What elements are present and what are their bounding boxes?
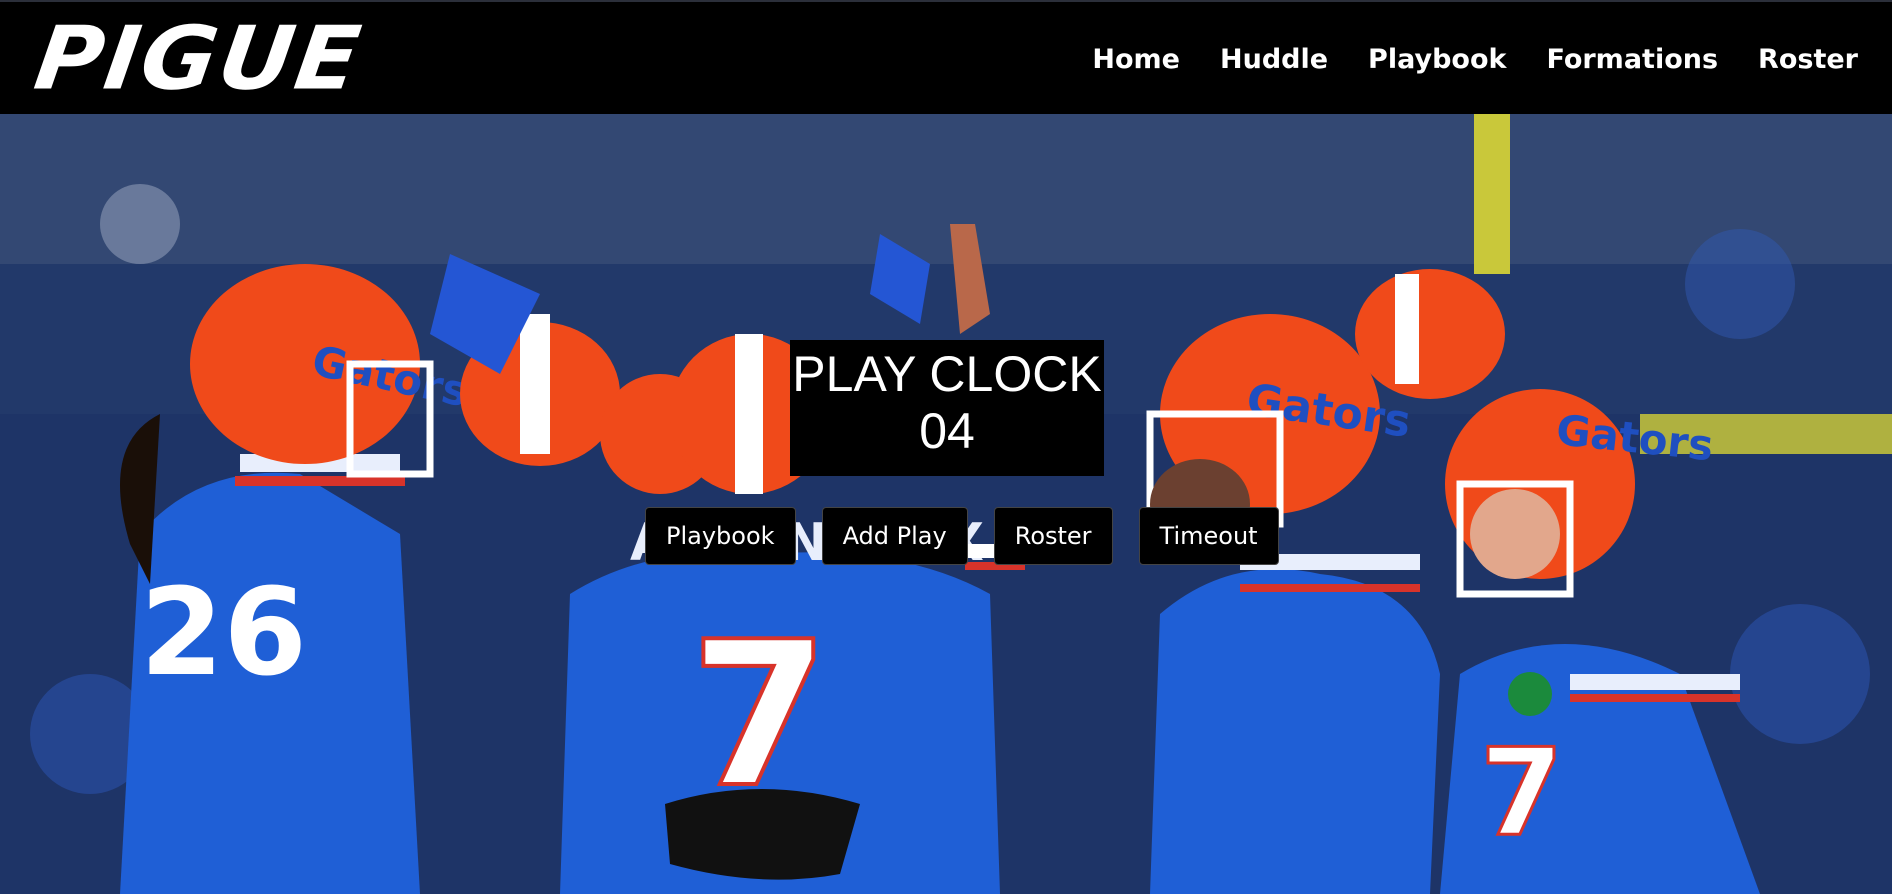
timeout-button[interactable]: Timeout (1138, 507, 1279, 565)
top-navbar: PIGUE Home Huddle Playbook Formations Ro… (0, 0, 1892, 114)
nav-formations-link[interactable]: Formations (1546, 44, 1718, 75)
main-nav: Home Huddle Playbook Formations Roster (1092, 2, 1858, 116)
hero-background: 26 Gators ARCENEAUX 7 Gators 7 Gators PL… (0, 114, 1892, 894)
nav-huddle-link[interactable]: Huddle (1220, 44, 1328, 75)
play-clock: PLAY CLOCK 04 (790, 340, 1104, 476)
nav-home-link[interactable]: Home (1092, 44, 1180, 75)
brand-logo[interactable]: PIGUE (29, 8, 368, 110)
svg-text:26: 26 (140, 564, 307, 703)
nav-roster-link[interactable]: Roster (1758, 44, 1858, 75)
play-clock-value: 04 (919, 403, 975, 459)
play-clock-title: PLAY CLOCK (792, 346, 1102, 402)
svg-text:7: 7 (1480, 724, 1564, 863)
team-huddle-photo: 26 Gators ARCENEAUX 7 Gators 7 Gators (0, 114, 1892, 894)
roster-button[interactable]: Roster (993, 507, 1113, 565)
playbook-button[interactable]: Playbook (645, 507, 796, 565)
action-buttons: Playbook Add Play Roster Timeout (645, 507, 1279, 565)
nav-playbook-link[interactable]: Playbook (1368, 44, 1506, 75)
add-play-button[interactable]: Add Play (821, 507, 968, 565)
